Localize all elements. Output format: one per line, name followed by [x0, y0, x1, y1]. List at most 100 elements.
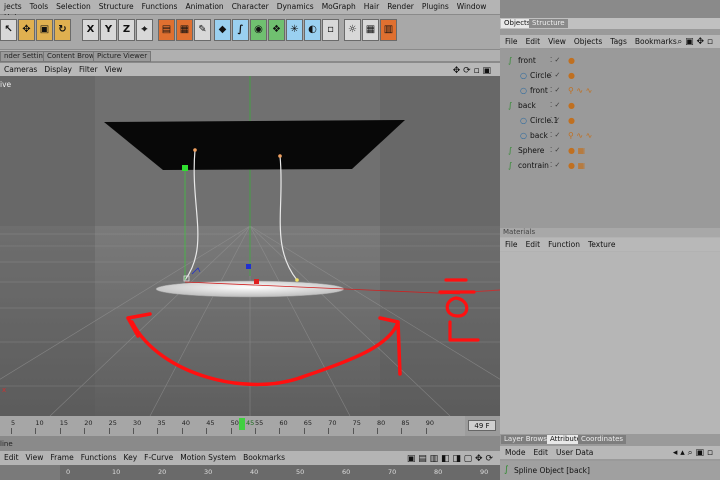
- cube-icon[interactable]: ◆: [214, 19, 231, 41]
- timeline-menu-bookmarks[interactable]: Bookmarks: [239, 451, 288, 462]
- timeline-menu-functions[interactable]: Functions: [77, 451, 120, 462]
- spline-point[interactable]: [295, 278, 299, 282]
- attributes-menu-user-data[interactable]: User Data: [551, 446, 596, 457]
- frame-field[interactable]: 49 F: [468, 420, 496, 431]
- spline-point[interactable]: [278, 154, 282, 158]
- materials-menu-texture[interactable]: Texture: [583, 238, 618, 249]
- visibility-icon[interactable]: ⁚ ✓: [550, 143, 560, 158]
- timeline-menu-fcurve[interactable]: F-Curve: [140, 451, 176, 462]
- objects-menu-objects[interactable]: Objects: [569, 35, 605, 46]
- render-region-icon[interactable]: ▤: [158, 19, 175, 41]
- spline-pen-icon[interactable]: ∫: [232, 19, 249, 41]
- z-axis-handle[interactable]: [246, 264, 251, 269]
- sphere-disc-object[interactable]: [155, 280, 345, 298]
- visibility-icon[interactable]: ⁚ ✓: [550, 128, 560, 143]
- object-row[interactable]: ∫ Sphere ⁚ ✓ ● ▦: [500, 143, 720, 158]
- objects-search-icon[interactable]: ⌕ ▣ ✥ ▫: [672, 35, 716, 47]
- tag-icon[interactable]: ⚲ ∿ ∿: [568, 128, 592, 143]
- layout-icon[interactable]: ▥: [380, 19, 397, 41]
- objects-menu-view[interactable]: View: [543, 35, 569, 46]
- objects-menu-file[interactable]: File: [500, 35, 521, 46]
- tool-select-icon[interactable]: ↖: [0, 19, 17, 41]
- menu-item[interactable]: Structure: [95, 0, 138, 11]
- object-row[interactable]: ○ back ⁚ ✓ ⚲ ∿ ∿: [500, 128, 720, 143]
- calculator-icon[interactable]: ▦: [362, 19, 379, 41]
- coordinate-system-icon[interactable]: ⌖: [136, 19, 153, 41]
- menu-item[interactable]: Character: [228, 0, 273, 11]
- object-row[interactable]: ∫ front ⁚ ✓ ●: [500, 53, 720, 68]
- x-axis-handle[interactable]: [254, 279, 259, 284]
- visibility-icon[interactable]: ⁚ ✓: [550, 53, 560, 68]
- menu-item[interactable]: jects: [0, 0, 26, 11]
- nurbs-icon[interactable]: ◉: [250, 19, 267, 41]
- axis-z-button[interactable]: Z: [118, 19, 135, 41]
- menu-item[interactable]: Hair: [360, 0, 383, 11]
- tag-icon[interactable]: ●: [568, 113, 575, 128]
- tag-icon[interactable]: ●: [568, 98, 575, 113]
- viewport-menu-cameras[interactable]: Cameras: [0, 63, 40, 74]
- timeline-scrubber[interactable]: 5 10 15 20 25 30 35 40 45 50 55 60 65 70 75 80 85 90 45 49…: [0, 416, 500, 436]
- viewport-menu-display[interactable]: Display: [40, 63, 75, 74]
- y-axis-handle[interactable]: [182, 165, 188, 171]
- array-icon[interactable]: ❖: [268, 19, 285, 41]
- viewport-menu-view[interactable]: View: [101, 63, 126, 74]
- 3d-viewport[interactable]: ive x: [0, 76, 500, 416]
- menu-item[interactable]: Dynamics: [273, 0, 318, 11]
- visibility-icon[interactable]: ⁚ ✓: [550, 98, 560, 113]
- menu-item[interactable]: Selection: [52, 0, 95, 11]
- timeline-playhead[interactable]: [239, 418, 245, 430]
- materials-menu-edit[interactable]: Edit: [521, 238, 544, 249]
- tab-structure[interactable]: Structure: [529, 19, 568, 28]
- menu-item[interactable]: Render: [383, 0, 418, 11]
- object-row[interactable]: ∫ back ⁚ ✓ ●: [500, 98, 720, 113]
- timeline-tools-icon[interactable]: ▣ ▤ ▥ ◧ ◨ ▢ ✥ ⟳: [403, 452, 496, 464]
- tag-icon[interactable]: ⚲ ∿ ∿: [568, 83, 592, 98]
- visibility-icon[interactable]: ⁚ ✓: [550, 68, 560, 83]
- light-icon[interactable]: ☼: [344, 19, 361, 41]
- attributes-menu-edit[interactable]: Edit: [528, 446, 551, 457]
- deformer-icon[interactable]: ✳: [286, 19, 303, 41]
- timeline-menu-edit[interactable]: Edit: [0, 451, 22, 462]
- spline-point[interactable]: [193, 148, 197, 152]
- tool-rotate-icon[interactable]: ↻: [54, 19, 71, 41]
- tool-move-icon[interactable]: ✥: [18, 19, 35, 41]
- tab-picture-viewer[interactable]: Picture Viewer: [93, 51, 152, 62]
- timeline-menu-motion-system[interactable]: Motion System: [176, 451, 239, 462]
- tag-icon[interactable]: ●: [568, 68, 575, 83]
- menu-item[interactable]: MoGraph: [318, 0, 360, 11]
- menu-item[interactable]: Tools: [26, 0, 52, 11]
- menu-item[interactable]: Window: [453, 0, 491, 11]
- timeline-menu-key[interactable]: Key: [120, 451, 141, 462]
- menu-item[interactable]: Animation: [181, 0, 227, 11]
- axis-x-button[interactable]: X: [82, 19, 99, 41]
- object-row[interactable]: ∫ contrain ⁚ ✓ ● ▦: [500, 158, 720, 173]
- viewport-nav-icon[interactable]: ✥ ⟳ ▫ ▣: [449, 64, 494, 76]
- tag-icon[interactable]: ● ▦: [568, 143, 585, 158]
- attributes-nav-icon[interactable]: ◂ ▴ ⌕ ▣ ▫: [668, 446, 716, 458]
- materials-area[interactable]: [500, 252, 720, 434]
- timeline-lower-ruler[interactable]: 0 10 20 30 40 50 60 70 80 90: [0, 465, 500, 480]
- camera-icon[interactable]: ▫: [322, 19, 339, 41]
- tag-icon[interactable]: ● ▦: [568, 158, 585, 173]
- materials-menu-file[interactable]: File: [500, 238, 521, 249]
- menu-item[interactable]: Plugins: [418, 0, 453, 11]
- timeline-menu-view[interactable]: View: [22, 451, 47, 462]
- timeline-menu-frame[interactable]: Frame: [46, 451, 76, 462]
- objects-menu-edit[interactable]: Edit: [521, 35, 544, 46]
- objects-menu-tags[interactable]: Tags: [605, 35, 630, 46]
- object-row[interactable]: ○ Circle ⁚ ✓ ●: [500, 68, 720, 83]
- axis-y-button[interactable]: Y: [100, 19, 117, 41]
- materials-menu-function[interactable]: Function: [543, 238, 583, 249]
- visibility-icon[interactable]: ⁚ ✓: [550, 113, 560, 128]
- tab-coordinates[interactable]: Coordinates: [578, 435, 627, 444]
- menu-item[interactable]: Functions: [138, 0, 182, 11]
- tool-scale-icon[interactable]: ▣: [36, 19, 53, 41]
- viewport-scene[interactable]: [0, 76, 500, 416]
- visibility-icon[interactable]: ⁚ ✓: [550, 83, 560, 98]
- object-row[interactable]: ○ Circle.1 ⁚ ✓ ●: [500, 113, 720, 128]
- tag-icon[interactable]: ●: [568, 53, 575, 68]
- object-row[interactable]: ○ front ⁚ ✓ ⚲ ∿ ∿: [500, 83, 720, 98]
- attributes-menu-mode[interactable]: Mode: [500, 446, 528, 457]
- render-view-icon[interactable]: ▦: [176, 19, 193, 41]
- visibility-icon[interactable]: ⁚ ✓: [550, 158, 560, 173]
